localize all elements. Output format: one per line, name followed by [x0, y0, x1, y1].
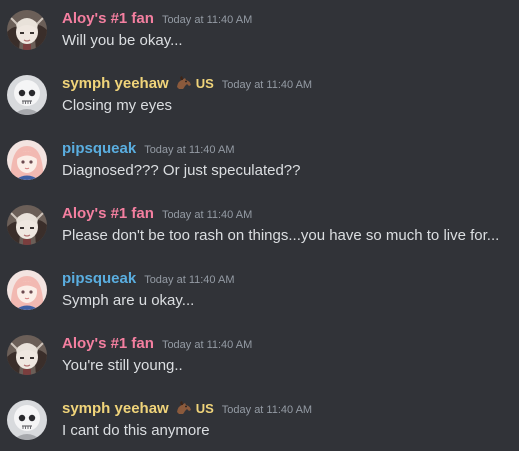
message-header: pipsqueak Today at 11:40 AM — [62, 138, 235, 160]
avatar[interactable] — [7, 335, 47, 375]
avatar[interactable] — [7, 270, 47, 310]
message-text: Symph are u okay... — [62, 292, 195, 309]
timestamp: Today at 11:40 AM — [161, 339, 253, 351]
message-item: symph yeehaw US Today at 11:40 AM I cant d… — [0, 398, 519, 451]
timestamp: Today at 11:40 AM — [221, 404, 313, 416]
message-text: Will you be okay... — [62, 32, 183, 49]
timestamp: Today at 11:40 AM — [161, 209, 253, 221]
message-header: Aloy's #1 fan Today at 11:40 AM — [62, 333, 252, 355]
horse-emoji-icon — [175, 399, 193, 420]
avatar[interactable] — [7, 205, 47, 245]
message-header: Aloy's #1 fan Today at 11:40 AM — [62, 203, 252, 225]
avatar[interactable] — [7, 75, 47, 115]
chat-message-list: Aloy's #1 fan Today at 11:40 AM Will you … — [0, 0, 519, 451]
message-text: You're still young.. — [62, 357, 183, 374]
timestamp: Today at 11:40 AM — [144, 144, 235, 156]
timestamp: Today at 11:40 AM — [221, 79, 313, 91]
message-item: symph yeehaw US Today at 11:40 AM Closing … — [0, 73, 519, 135]
message-header: symph yeehaw US Today at 11:40 AM — [62, 398, 312, 420]
username[interactable]: Aloy's #1 fan — [62, 205, 154, 222]
avatar[interactable] — [7, 400, 47, 440]
username[interactable]: Aloy's #1 fan — [62, 335, 154, 352]
message-text: Diagnosed??? Or just speculated?? — [62, 162, 301, 179]
message-header: symph yeehaw US Today at 11:40 AM — [62, 73, 312, 95]
role-tag: US — [195, 401, 214, 416]
message-item: Aloy's #1 fan Today at 11:40 AM Please do… — [0, 203, 519, 265]
username[interactable]: pipsqueak — [62, 270, 136, 287]
message-header: pipsqueak Today at 11:40 AM — [62, 268, 235, 290]
username[interactable]: Aloy's #1 fan — [62, 10, 154, 27]
role-tag: US — [195, 76, 214, 91]
username[interactable]: pipsqueak — [62, 140, 136, 157]
avatar[interactable] — [7, 140, 47, 180]
message-header: Aloy's #1 fan Today at 11:40 AM — [62, 8, 252, 30]
avatar[interactable] — [7, 10, 47, 50]
message-item: Aloy's #1 fan Today at 11:40 AM You're st… — [0, 333, 519, 395]
message-text: I cant do this anymore — [62, 422, 210, 439]
message-item: pipsqueak Today at 11:40 AM Diagnosed??? … — [0, 138, 519, 200]
message-item: Aloy's #1 fan Today at 11:40 AM Will you … — [0, 8, 519, 70]
horse-emoji-icon — [175, 74, 193, 95]
message-text: Closing my eyes — [62, 97, 173, 114]
message-text: Please don't be too rash on things...you… — [62, 227, 500, 244]
username[interactable]: symph yeehaw — [62, 75, 169, 92]
timestamp: Today at 11:40 AM — [161, 14, 253, 26]
timestamp: Today at 11:40 AM — [144, 274, 235, 286]
message-item: pipsqueak Today at 11:40 AM Symph are u o… — [0, 268, 519, 330]
username[interactable]: symph yeehaw — [62, 400, 169, 417]
